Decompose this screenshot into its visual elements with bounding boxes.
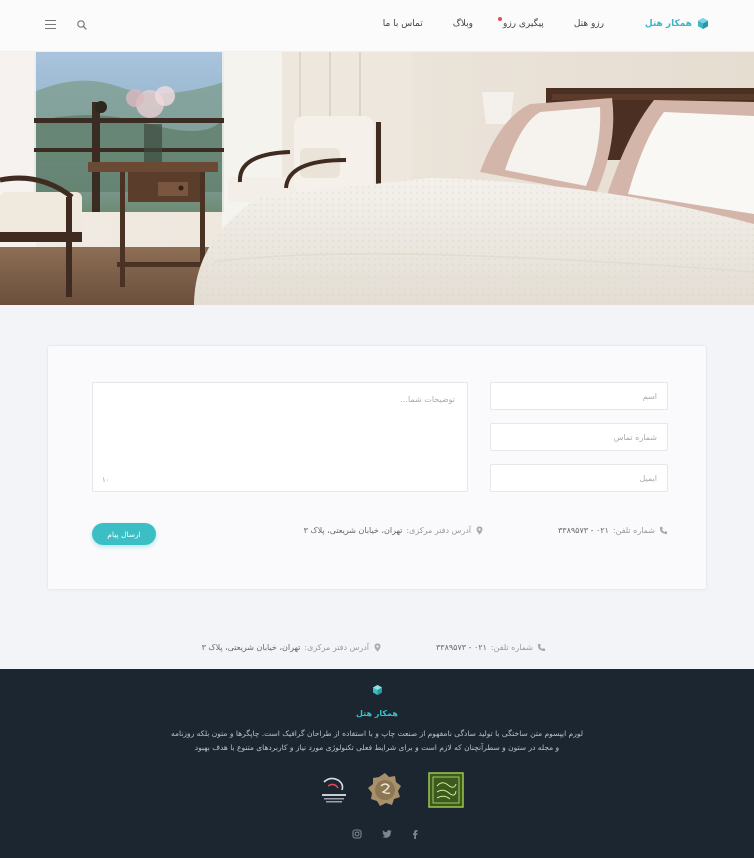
nav-item-track-reservation[interactable]: پیگیری رزو xyxy=(497,17,544,29)
map-pin-icon xyxy=(476,526,483,535)
email-field[interactable] xyxy=(490,464,668,492)
phone-icon xyxy=(659,526,668,535)
phone-value: ۰۲۱ - ۳۳۸۹۵۷۳ xyxy=(557,526,609,535)
footer-description-line: و مجله در ستون و سطرآنچنان که لازم است و… xyxy=(194,743,560,752)
character-counter: ۱۰ xyxy=(102,476,110,484)
phone-value: ۰۲۱ - ۳۳۸۹۵۷۳ xyxy=(435,643,487,652)
message-textarea[interactable] xyxy=(92,382,468,492)
address-label: آدرس دفتر مرکزی: xyxy=(406,526,471,535)
card-address-info: آدرس دفتر مرکزی: تهران، خیابان شریعتی، پ… xyxy=(304,526,484,535)
brand-name: همکار هتل xyxy=(644,18,692,29)
address-label: آدرس دفتر مرکزی: xyxy=(304,643,369,652)
association-badge-icon[interactable] xyxy=(316,772,352,808)
twitter-icon[interactable] xyxy=(382,829,392,839)
strip-phone-info: شماره تلفن: ۰۲۱ - ۳۳۸۹۵۷۳ xyxy=(436,643,546,652)
enamad-badge-icon[interactable] xyxy=(428,772,464,808)
nav-item-blog[interactable]: وبلاگ xyxy=(453,19,473,29)
send-message-button[interactable]: ارسال پیام xyxy=(92,523,156,545)
site-header: همکار هتل رزو هتل پیگیری رزو وبلاگ تماس … xyxy=(0,0,754,52)
nav-item-label: پیگیری رزو xyxy=(502,19,544,29)
phone-field[interactable] xyxy=(490,423,668,451)
address-value: تهران، خیابان شریعتی، پلاک ۳ xyxy=(201,643,301,652)
samandehi-badge-icon[interactable] xyxy=(367,772,403,808)
footer-description: لورم ایپسوم متن ساختگی با تولید سادگی نا… xyxy=(150,727,604,755)
hero-image xyxy=(0,52,754,305)
footer-brand-name: همکار هتل xyxy=(356,709,398,718)
name-field[interactable] xyxy=(490,382,668,410)
brand-logo[interactable]: همکار هتل xyxy=(645,18,708,29)
nav-item-hotel-reservation[interactable]: رزو هتل xyxy=(574,19,604,29)
site-footer: همکار هتل لورم ایپسوم متن ساختگی با تولی… xyxy=(0,669,754,858)
address-value: تهران، خیابان شریعتی، پلاک ۳ xyxy=(303,526,403,535)
facebook-icon[interactable] xyxy=(410,829,420,839)
card-phone-info: شماره تلفن: ۰۲۱ - ۳۳۸۹۵۷۳ xyxy=(558,526,668,535)
instagram-icon[interactable] xyxy=(352,829,362,839)
footer-logo[interactable]: همکار هتل xyxy=(0,685,754,720)
hamburger-menu-icon[interactable] xyxy=(45,20,56,30)
notification-dot xyxy=(497,17,502,21)
hotel-room-illustration xyxy=(0,52,754,305)
contact-form-card: ۱۰ شماره تلفن: ۰۲۱ - ۳۳۸۹۵۷۳ آدرس دفتر م… xyxy=(47,345,707,590)
nav-item-contact[interactable]: تماس با ما xyxy=(383,19,423,29)
search-icon[interactable] xyxy=(76,19,88,31)
phone-label: شماره تلفن: xyxy=(490,643,533,652)
hexagon-cube-icon xyxy=(698,18,708,29)
hexagon-cube-icon xyxy=(372,685,382,695)
footer-description-line: لورم ایپسوم متن ساختگی با تولید سادگی نا… xyxy=(171,729,583,738)
phone-label: شماره تلفن: xyxy=(612,526,655,535)
trust-badges xyxy=(0,772,754,810)
strip-address-info: آدرس دفتر مرکزی: تهران، خیابان شریعتی، پ… xyxy=(202,643,382,652)
main-nav: رزو هتل پیگیری رزو وبلاگ تماس با ما xyxy=(383,17,604,29)
phone-icon xyxy=(537,643,546,652)
map-pin-icon xyxy=(374,643,381,652)
social-links xyxy=(0,829,754,841)
